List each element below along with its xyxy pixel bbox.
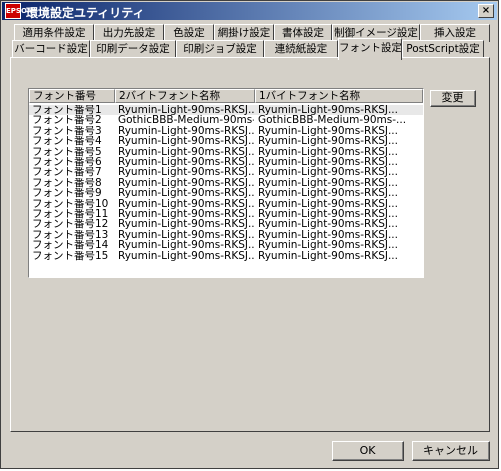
font-list-cell: Ryumin-Light-90ms-RKSJ...: [258, 146, 398, 157]
font-list-row[interactable]: フォント番号8 Ryumin-Light-90ms-RKSJ... Ryumin-L…: [29, 178, 423, 188]
title-bar: EPSON 環境設定ユティリティ ×: [2, 2, 497, 20]
font-list-cell: フォント番号14: [32, 240, 109, 251]
font-list-cell: Ryumin-Light-90ms-RKSJ...: [118, 198, 254, 209]
font-list-cell: フォント番号8: [32, 177, 102, 189]
font-list-row[interactable]: フォント番号9 Ryumin-Light-90ms-RKSJ... Ryumin-L…: [29, 188, 423, 198]
font-list-row[interactable]: フォント番号11 Ryumin-Light-90ms-RKSJ... Ryumin-…: [29, 209, 423, 219]
font-list-cell: フォント番号10: [32, 198, 109, 209]
font-list-row[interactable]: フォント番号3 Ryumin-Light-90ms-RKSJ... Ryumin-L…: [29, 126, 423, 136]
tab-row2-2[interactable]: 印刷ジョブ設定: [176, 40, 264, 58]
font-list-cell: Ryumin-Light-90ms-RKSJ...: [258, 125, 398, 137]
font-list-row[interactable]: フォント番号5 Ryumin-Light-90ms-RKSJ... Ryumin-L…: [29, 147, 423, 157]
font-list-cell: Ryumin-Light-90ms-RKSJ...: [118, 146, 254, 157]
font-list-cell: フォント番号5: [32, 146, 102, 157]
font-list-cell: フォント番号4: [32, 136, 102, 147]
font-list-row[interactable]: フォント番号1 Ryumin-Light-90ms-RKSJ... Ryumin-L…: [29, 105, 423, 115]
font-list-column-header[interactable]: フォント番号: [29, 89, 115, 103]
font-list-cell: フォント番号3: [32, 125, 102, 137]
ok-button[interactable]: OK: [332, 441, 404, 461]
font-list-cell: Ryumin-Light-90ms-RKSJ...: [258, 240, 398, 251]
font-list-cell: フォント番号1: [32, 105, 102, 116]
font-list-cell: Ryumin-Light-90ms-RKSJ...: [258, 167, 398, 178]
font-list-row[interactable]: フォント番号12 Ryumin-Light-90ms-RKSJ... Ryumin-…: [29, 219, 423, 229]
font-list-cell: Ryumin-Light-90ms-RKSJ...: [258, 198, 398, 209]
font-list-row[interactable]: フォント番号6 Ryumin-Light-90ms-RKSJ... Ryumin-L…: [29, 157, 423, 167]
font-list-cell: Ryumin-Light-90ms-RKSJ...: [118, 219, 254, 230]
font-list-column-header[interactable]: 1バイトフォント名称: [255, 89, 423, 103]
font-list-cell: Ryumin-Light-90ms-RKSJ...: [118, 136, 254, 147]
font-list-cell: Ryumin-Light-90ms-RKSJ...: [258, 105, 398, 116]
font-list-cell: フォント番号12: [32, 219, 109, 230]
font-list-cell: フォント番号9: [32, 188, 102, 199]
font-list-row[interactable]: フォント番号7 Ryumin-Light-90ms-RKSJ... Ryumin-L…: [29, 167, 423, 177]
ok-button-label: OK: [359, 444, 376, 457]
app-icon: EPSON: [5, 3, 33, 19]
font-list-cell: Ryumin-Light-90ms-RKSJ...: [118, 209, 254, 220]
font-list-row[interactable]: フォント番号13 Ryumin-Light-90ms-RKSJ... Ryumin-…: [29, 230, 423, 240]
font-list-header: フォント番号 2バイトフォント名称 1バイトフォント名称: [29, 89, 423, 103]
font-list-cell: Ryumin-Light-90ms-RKSJ...: [258, 250, 398, 261]
font-list-cell: Ryumin-Light-90ms-RKSJ...: [118, 240, 254, 251]
font-list-row[interactable]: フォント番号2 GothicBBB-Medium-90ms-... GothicBB…: [29, 115, 423, 125]
font-list-row[interactable]: フォント番号10 Ryumin-Light-90ms-RKSJ... Ryumin-…: [29, 199, 423, 209]
font-list-cell: フォント番号11: [32, 209, 109, 220]
font-list-row[interactable]: フォント番号14 Ryumin-Light-90ms-RKSJ... Ryumin-…: [29, 240, 423, 250]
font-list-cell: Ryumin-Light-90ms-RKSJ...: [118, 105, 254, 116]
close-button[interactable]: ×: [478, 4, 494, 18]
font-list-cell: Ryumin-Light-90ms-RKSJ...: [258, 136, 398, 147]
font-list-cell: Ryumin-Light-90ms-RKSJ...: [258, 219, 398, 230]
font-list-cell: Ryumin-Light-90ms-RKSJ...: [118, 177, 254, 189]
font-list-cell: Ryumin-Light-90ms-RKSJ...: [118, 229, 254, 241]
tab-row2-3[interactable]: 連続紙設定: [264, 40, 338, 58]
cancel-button-label: キャンセル: [423, 444, 478, 457]
font-list-cell: フォント番号13: [32, 229, 109, 241]
font-list-cell: Ryumin-Light-90ms-RKSJ...: [258, 177, 398, 189]
font-list-cell: Ryumin-Light-90ms-RKSJ...: [118, 250, 254, 261]
change-button-label: 変更: [441, 91, 464, 104]
tab-row2-1[interactable]: 印刷データ設定: [90, 40, 176, 58]
font-list-cell: Ryumin-Light-90ms-RKSJ...: [258, 209, 398, 220]
font-list-column-header[interactable]: 2バイトフォント名称: [115, 89, 255, 103]
font-list-cell: GothicBBB-Medium-90ms-...: [258, 115, 407, 126]
tab-row2-0[interactable]: バーコード設定: [12, 40, 90, 58]
font-list-cell: Ryumin-Light-90ms-RKSJ...: [258, 157, 398, 168]
change-button[interactable]: 変更: [430, 90, 476, 107]
font-list-cell: Ryumin-Light-90ms-RKSJ...: [258, 188, 398, 199]
font-list-cell: Ryumin-Light-90ms-RKSJ...: [118, 125, 254, 137]
font-list[interactable]: フォント番号 2バイトフォント名称 1バイトフォント名称 フォント番号1 Ryumin…: [28, 88, 424, 278]
window-title: 環境設定ユティリティ: [26, 6, 145, 20]
font-list-cell: Ryumin-Light-90ms-RKSJ...: [118, 188, 254, 199]
cancel-button[interactable]: キャンセル: [412, 441, 490, 461]
tab-font-settings-active[interactable]: フォント設定: [338, 38, 402, 60]
font-list-row[interactable]: フォント番号4 Ryumin-Light-90ms-RKSJ... Ryumin-L…: [29, 136, 423, 146]
font-list-cell: GothicBBB-Medium-90ms-...: [118, 115, 254, 126]
font-list-cell: フォント番号2: [32, 115, 102, 126]
font-list-cell: フォント番号6: [32, 157, 102, 168]
font-list-cell: Ryumin-Light-90ms-RKSJ...: [118, 157, 254, 168]
font-list-row[interactable]: フォント番号15 Ryumin-Light-90ms-RKSJ... Ryumin-…: [29, 251, 423, 261]
font-list-cell: フォント番号15: [32, 250, 109, 261]
font-list-cell: Ryumin-Light-90ms-RKSJ...: [118, 167, 254, 178]
font-list-cell: Ryumin-Light-90ms-RKSJ...: [258, 229, 398, 241]
tab-row2-5[interactable]: PostScript設定: [402, 40, 484, 58]
font-list-cell: フォント番号7: [32, 167, 102, 178]
